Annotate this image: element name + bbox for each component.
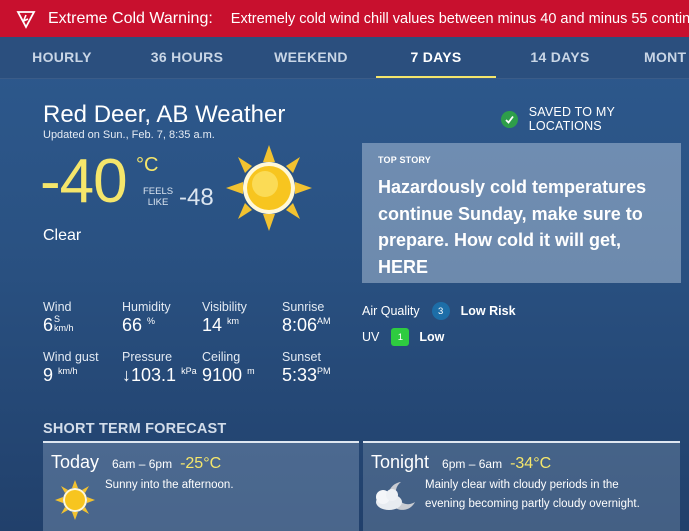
wind-label: Wind	[43, 300, 72, 314]
current-temperature: -40	[40, 147, 128, 216]
uv-badge: 1	[391, 328, 410, 346]
humidity-unit: %	[147, 316, 156, 326]
wind-gust-unit: km/h	[58, 366, 78, 376]
pressure-value: 103.1	[131, 365, 177, 385]
wind-unit: km/h	[54, 323, 74, 333]
wind-gust-stat: Wind gust 9 km/h	[43, 350, 99, 386]
humidity-value: 66	[122, 315, 143, 335]
saved-label: SAVED TO MY LOCATIONS	[528, 105, 615, 133]
sunrise-label: Sunrise	[282, 300, 325, 314]
top-story-card[interactable]: TOP STORY Hazardously cold temperatures …	[362, 143, 681, 283]
humidity-stat: Humidity 66 %	[122, 300, 171, 336]
period-description-line1: Mainly clear with cloudy periods in the	[425, 479, 619, 491]
period-name: Tonight	[371, 452, 430, 472]
updated-timestamp: Updated on Sun., Feb. 7, 8:35 a.m.	[43, 129, 215, 141]
humidity-label: Humidity	[122, 300, 171, 314]
wind-value: 6	[43, 315, 54, 335]
forecast-card-today[interactable]: Today 6am – 6pm -25°C Sunny into the aft…	[43, 441, 359, 531]
forecast-card-tonight[interactable]: Tonight 6pm – 6am -34°C Mainly clear wit…	[363, 441, 680, 531]
pressure-trend-icon: ↓	[122, 365, 131, 385]
short-term-forecast-title: SHORT TERM FORECAST	[43, 421, 227, 437]
ceiling-unit: m	[247, 366, 255, 376]
air-quality-label: Air Quality	[362, 304, 420, 318]
warning-icon	[16, 9, 36, 29]
alert-title: Extreme Cold Warning:	[48, 9, 213, 27]
moon-cloud-icon	[371, 478, 419, 519]
current-condition: Clear	[43, 227, 82, 244]
air-quality-badge: 3	[431, 302, 450, 320]
uv-level: Low	[419, 330, 445, 344]
sun-icon	[55, 480, 95, 525]
page-title: Red Deer, AB Weather	[43, 101, 286, 128]
pressure-label: Pressure	[122, 350, 173, 364]
wind-gust-value: 9	[43, 365, 54, 385]
uv-row[interactable]: UV 1 Low	[362, 328, 444, 346]
sunrise-unit: AM	[317, 316, 331, 326]
uv-label: UV	[362, 330, 380, 344]
wind-gust-label: Wind gust	[43, 350, 99, 364]
wind-stat: Wind 6S km/h	[43, 300, 74, 336]
pressure-unit: kPa	[181, 366, 197, 376]
ceiling-label: Ceiling	[202, 350, 241, 364]
feels-label-line1: FEELS	[143, 186, 174, 197]
period-temp: -34°C	[510, 455, 552, 472]
forecast-tabs: HOURLY 36 HOURS WEEKEND 7 DAYS 14 DAYS M…	[0, 37, 689, 79]
tab-7-days[interactable]: 7 DAYS	[376, 37, 496, 78]
story-headline[interactable]: Hazardously cold temperatures continue S…	[378, 174, 665, 280]
period-time: 6am – 6pm	[112, 457, 173, 471]
visibility-value: 14	[202, 315, 223, 335]
sunset-unit: PM	[317, 366, 331, 376]
feels-like-value: -48	[179, 184, 214, 211]
period-name: Today	[51, 452, 100, 472]
sunset-stat: Sunset 5:33PM	[282, 350, 331, 386]
sunset-label: Sunset	[282, 350, 321, 364]
period-description: Sunny into the afternoon.	[105, 479, 234, 491]
ceiling-stat: Ceiling 9100 m	[202, 350, 255, 386]
visibility-unit: km	[227, 316, 240, 326]
ceiling-value: 9100	[202, 365, 243, 385]
saved-locations-button[interactable]: SAVED TO MY LOCATIONS	[501, 105, 689, 133]
feels-label-line2: LIKE	[147, 197, 169, 208]
visibility-stat: Visibility 14 km	[202, 300, 247, 336]
sunrise-stat: Sunrise 8:06AM	[282, 300, 331, 336]
tab-monthly[interactable]: MONT	[644, 37, 689, 78]
temperature-unit[interactable]: °C	[136, 154, 158, 177]
tab-weekend[interactable]: WEEKEND	[266, 37, 356, 78]
tab-36-hours[interactable]: 36 HOURS	[140, 37, 234, 78]
air-quality-risk: Low Risk	[460, 304, 516, 318]
pressure-stat: Pressure ↓103.1 kPa	[122, 350, 197, 386]
feels-like-label: FEELS LIKE	[143, 186, 173, 208]
air-quality-row[interactable]: Air Quality 3 Low Risk	[362, 302, 516, 320]
alert-text[interactable]: Extremely cold wind chill values between…	[231, 11, 689, 27]
tab-14-days[interactable]: 14 DAYS	[520, 37, 600, 78]
story-kicker: TOP STORY	[378, 155, 431, 165]
period-time: 6pm – 6am	[442, 457, 503, 471]
period-description-line2: evening becoming partly cloudy overnight…	[425, 498, 640, 510]
tab-hourly[interactable]: HOURLY	[24, 37, 100, 78]
sunset-value: 5:33	[282, 365, 318, 385]
period-temp: -25°C	[180, 455, 222, 472]
sun-icon	[224, 145, 314, 236]
period-description: Mainly clear with cloudy periods in the …	[425, 476, 640, 514]
sunrise-value: 8:06	[282, 315, 318, 335]
visibility-label: Visibility	[202, 300, 247, 314]
alert-banner[interactable]: Extreme Cold Warning: Extremely cold win…	[0, 0, 689, 37]
checkmark-icon	[501, 110, 518, 128]
